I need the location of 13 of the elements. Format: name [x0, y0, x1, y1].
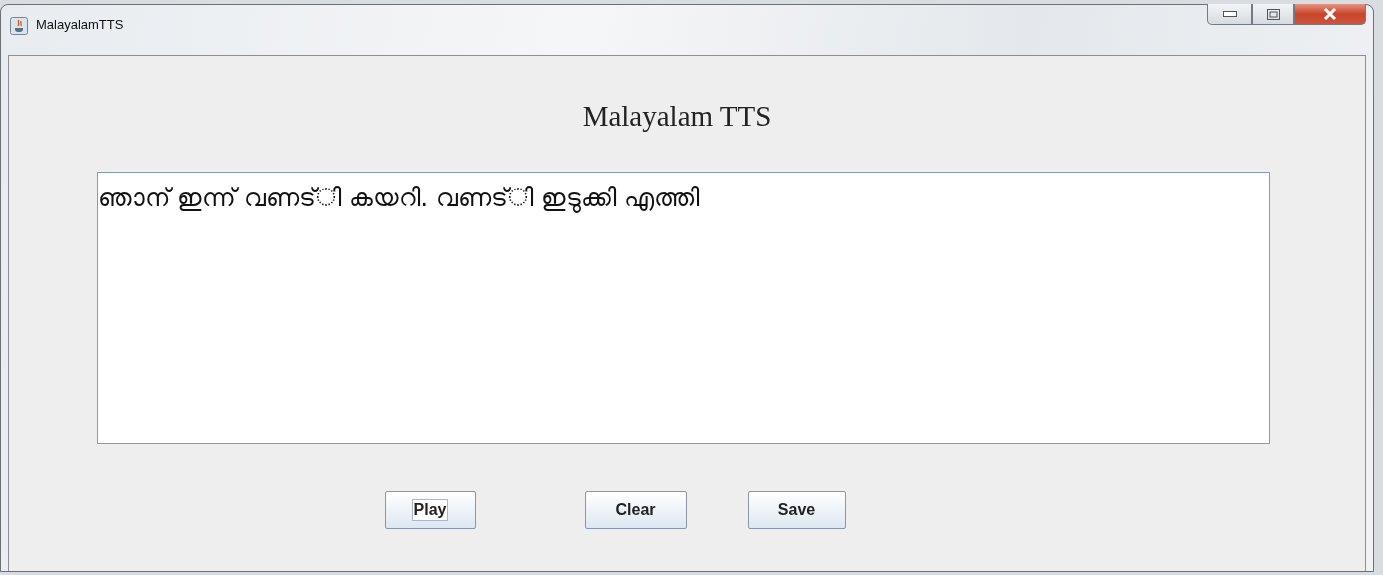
maximize-icon	[1266, 8, 1280, 20]
maximize-button[interactable]	[1252, 4, 1294, 25]
minimize-button[interactable]	[1207, 4, 1252, 25]
minimize-icon	[1222, 11, 1237, 17]
play-button[interactable]: Play	[384, 491, 476, 529]
clear-button[interactable]: Clear	[584, 491, 687, 529]
text-area[interactable]: ഞാന് ഇന്ന് വണട്ി കയറി. വണട്ി ഇടുക്കി എത്തി	[96, 172, 1270, 444]
app-heading: Malayalam TTS	[582, 100, 772, 133]
close-button[interactable]	[1294, 4, 1366, 25]
java-cup-icon	[10, 17, 28, 35]
save-button[interactable]: Save	[747, 491, 846, 529]
window-title: MalayalamTTS	[36, 17, 124, 32]
close-icon	[1323, 8, 1337, 20]
